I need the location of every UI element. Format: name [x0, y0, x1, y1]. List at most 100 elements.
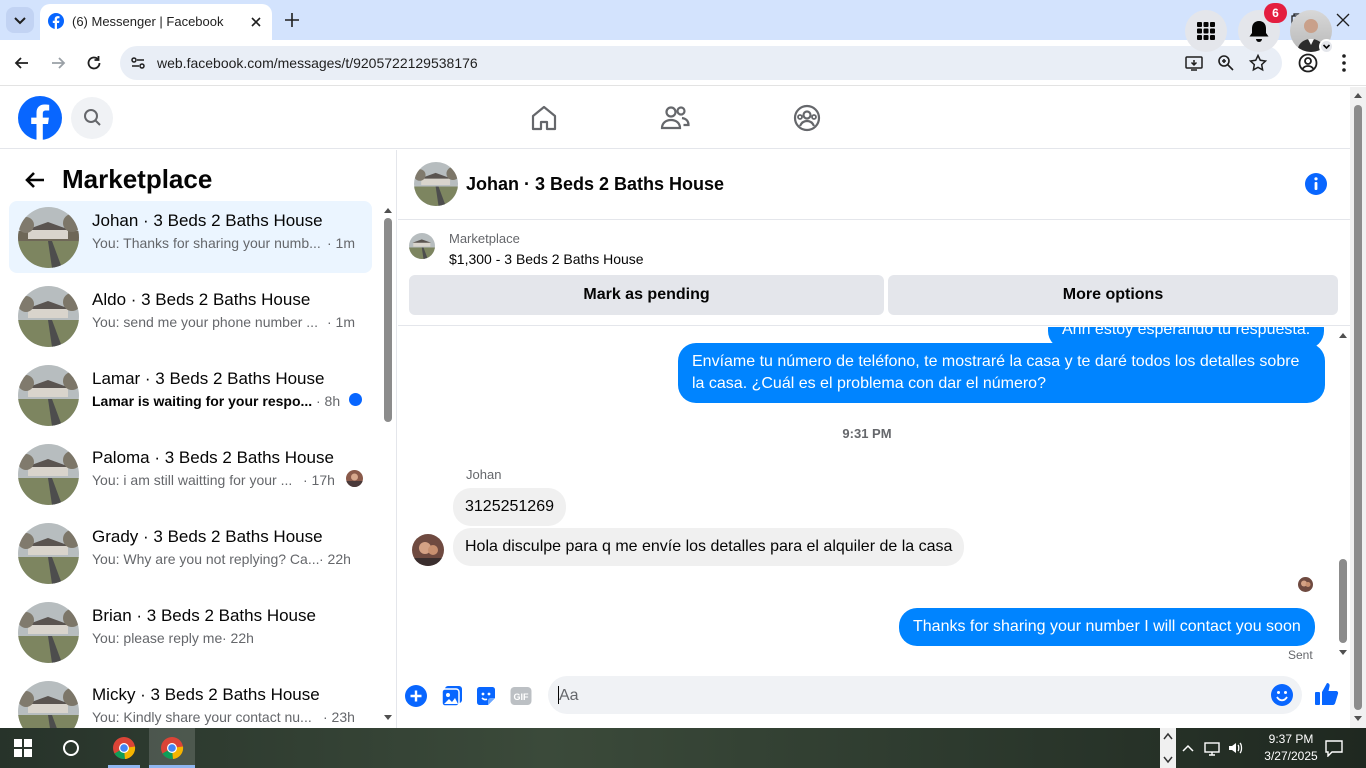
outgoing-message[interactable]: Thanks for sharing your number I will co… [899, 608, 1315, 646]
conversation-name: Grady · 3 Beds 2 Baths House [92, 527, 323, 546]
menu-button[interactable] [1185, 10, 1227, 52]
conversation-preview: You: i am still waitting for your ... [92, 472, 293, 488]
taskbar-chrome-app[interactable] [102, 728, 146, 768]
install-app-icon[interactable] [1184, 53, 1204, 73]
mark-as-pending-button[interactable]: Mark as pending [409, 275, 884, 315]
page-scrollbar[interactable] [1350, 87, 1366, 728]
friends-icon[interactable] [659, 102, 691, 134]
conversation-item-micky[interactable]: Micky · 3 Beds 2 Baths House You: Kindly… [9, 675, 372, 728]
reload-icon[interactable] [84, 53, 104, 73]
conversation-preview: You: Thanks for sharing your numb... [92, 235, 321, 251]
listing-label: Marketplace [449, 231, 520, 246]
scroll-up-icon [1354, 93, 1362, 98]
action-center-icon[interactable] [1324, 739, 1344, 757]
emoji-icon[interactable] [1270, 683, 1294, 707]
chat-title[interactable]: Johan · 3 Beds 2 Baths House [466, 174, 724, 195]
svg-text:GIF: GIF [514, 692, 530, 702]
conversation-name: Johan · 3 Beds 2 Baths House [92, 211, 323, 230]
chat-header: Johan · 3 Beds 2 Baths House [398, 150, 1350, 220]
conversation-list-scrollbar-thumb[interactable] [384, 218, 392, 422]
message-thread-scrollbar-thumb[interactable] [1339, 559, 1347, 643]
outgoing-message[interactable]: Envíame tu número de teléfono, te mostra… [678, 343, 1325, 403]
conversation-item-grady[interactable]: Grady · 3 Beds 2 Baths House You: Why ar… [9, 517, 372, 589]
chevron-down-icon [1322, 44, 1331, 50]
conversation-list-scrollbar[interactable] [381, 206, 395, 722]
facebook-header [0, 87, 1350, 149]
conversation-name: Paloma · 3 Beds 2 Baths House [92, 448, 334, 467]
listing-thumbnail[interactable] [409, 233, 435, 259]
conversation-time: · 23h [323, 709, 355, 725]
groups-icon[interactable] [791, 102, 823, 134]
conversation-preview: You: Kindly share your contact nu... [92, 709, 312, 725]
windows-start-icon[interactable] [14, 739, 32, 757]
network-icon[interactable] [1203, 740, 1221, 756]
clock-date: 3/27/2025 [1264, 749, 1318, 763]
seen-avatar [346, 470, 363, 487]
home-icon[interactable] [528, 102, 560, 134]
profile-icon[interactable] [1297, 52, 1319, 74]
message-input-placeholder: Aa [559, 687, 579, 704]
address-bar[interactable]: web.facebook.com/messages/t/920572212953… [120, 46, 1282, 80]
conversation-name: Brian · 3 Beds 2 Baths House [92, 606, 316, 625]
marketplace-listing-bar: Marketplace $1,300 - 3 Beds 2 Baths Hous… [398, 220, 1350, 326]
conversation-item-johan[interactable]: Johan · 3 Beds 2 Baths House You: Thanks… [9, 201, 372, 273]
notification-badge: 6 [1264, 3, 1287, 23]
info-icon[interactable] [1304, 172, 1328, 196]
zoom-icon[interactable] [1216, 53, 1236, 73]
listing-thumbnail [18, 365, 79, 426]
bookmark-star-icon[interactable] [1248, 53, 1268, 73]
chevron-down-icon [14, 17, 26, 25]
conversation-item-aldo[interactable]: Aldo · 3 Beds 2 Baths House You: send me… [9, 280, 372, 352]
search-circle-icon[interactable] [62, 739, 80, 757]
forward-arrow-icon[interactable] [48, 53, 68, 73]
taskbar-chrome-app-active[interactable] [149, 728, 195, 768]
taskbar-clock[interactable]: 9:37 PM 3/27/2025 [1256, 731, 1326, 765]
message-thread-scrollbar[interactable] [1336, 327, 1350, 661]
conversation-time: · 22h [222, 630, 254, 646]
more-options-button[interactable]: More options [888, 275, 1338, 315]
facebook-logo-icon[interactable] [17, 95, 63, 141]
message-thread: Ahh estoy esperando tu respuesta. Envíam… [398, 327, 1336, 672]
conversation-preview: Lamar is waiting for your respo... [92, 393, 313, 409]
back-arrow-icon[interactable] [12, 53, 32, 73]
search-button[interactable] [71, 97, 113, 139]
tab-close-icon[interactable] [246, 12, 266, 32]
chat-listing-avatar[interactable] [414, 162, 458, 206]
taskbar-scroll[interactable] [1160, 728, 1176, 768]
more-actions-plus-icon[interactable] [404, 684, 428, 708]
browser-menu-icon[interactable] [1334, 52, 1354, 74]
tab-search-button[interactable] [6, 7, 34, 33]
conversation-time: · 8h [316, 393, 341, 409]
browser-tab[interactable]: (6) Messenger | Facebook [40, 4, 272, 40]
incoming-message[interactable]: Hola disculpe para q me envíe los detall… [453, 528, 965, 566]
conversation-item-brian[interactable]: Brian · 3 Beds 2 Baths House You: please… [9, 596, 372, 668]
seen-avatar [1298, 577, 1313, 592]
listing-price[interactable]: $1,300 - 3 Beds 2 Baths House [449, 251, 644, 267]
sender-avatar[interactable] [412, 534, 444, 566]
conversation-time: · 17h [303, 472, 335, 488]
new-tab-plus-icon[interactable] [282, 10, 302, 30]
show-hidden-icons-chevron-icon[interactable] [1181, 741, 1195, 755]
page-scrollbar-thumb[interactable] [1354, 105, 1362, 710]
chevron-down-icon [1163, 756, 1173, 764]
window-close-icon[interactable] [1333, 10, 1353, 30]
listing-thumbnail [18, 523, 79, 584]
unread-dot [349, 393, 362, 406]
attach-media-icon[interactable] [440, 684, 464, 708]
conversation-item-paloma[interactable]: Paloma · 3 Beds 2 Baths House You: i am … [9, 438, 372, 510]
thumbs-up-icon[interactable] [1314, 681, 1340, 707]
scroll-down-icon [1339, 650, 1347, 655]
scroll-up-icon [1339, 333, 1347, 338]
incoming-message[interactable]: 3125251269 [453, 488, 566, 526]
site-settings-icon[interactable] [129, 54, 147, 72]
volume-icon[interactable] [1227, 740, 1245, 756]
back-arrow-icon[interactable] [22, 167, 48, 193]
listing-thumbnail [18, 207, 79, 268]
facebook-favicon-icon [48, 13, 64, 29]
gif-icon[interactable]: GIF [509, 684, 533, 708]
windows-taskbar: 9:37 PM 3/27/2025 [0, 728, 1366, 768]
message-input[interactable]: Aa [548, 676, 1302, 714]
sticker-icon[interactable] [474, 684, 498, 708]
account-dropdown[interactable] [1319, 39, 1334, 54]
conversation-item-lamar[interactable]: Lamar · 3 Beds 2 Baths House Lamar is wa… [9, 359, 372, 431]
